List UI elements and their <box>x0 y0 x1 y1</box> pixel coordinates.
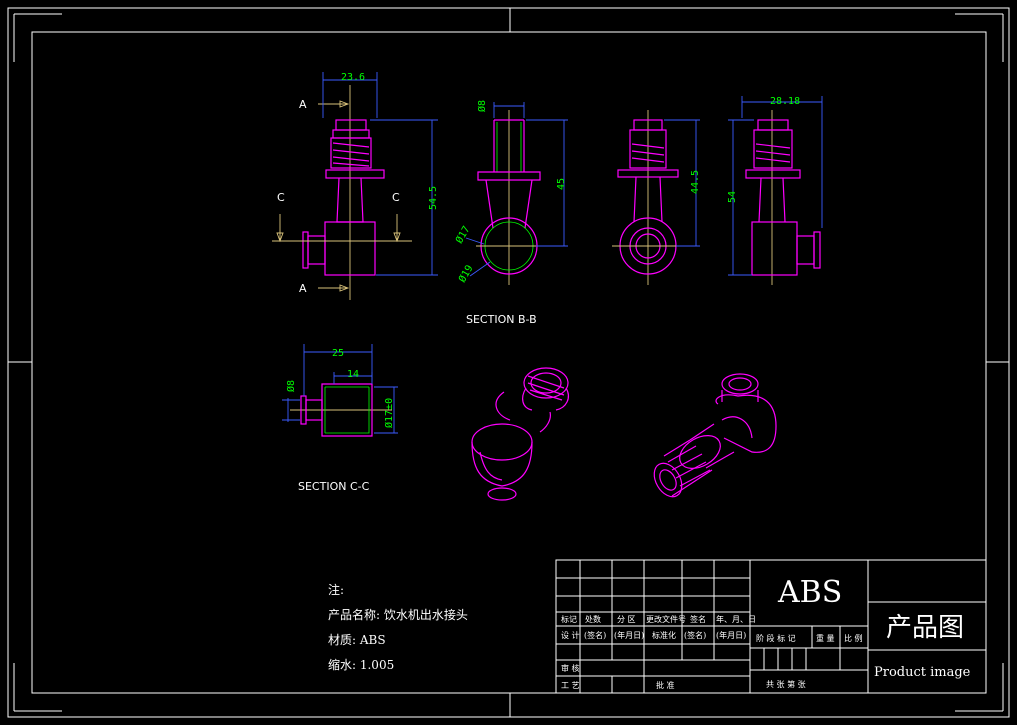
notes-block: 注: 产品名称: 饮水机出水接头 材质: ABS 缩水: 1.005 <box>328 582 468 672</box>
dim-cc-right: Ø17±0 <box>383 398 395 428</box>
section-label-a-bottom: A <box>299 282 307 295</box>
tb-drawing-name: 产品图 <box>886 613 964 643</box>
section-cc-title: SECTION C-C <box>298 480 370 493</box>
tb-material: ABS <box>777 575 842 610</box>
dim-bb-d19: Ø19 <box>456 263 475 285</box>
dim-bb-d17: Ø17 <box>453 224 472 246</box>
tb-label-mark: 标记 <box>561 614 577 624</box>
dim-side-height: 44.5 <box>690 170 701 194</box>
dim-right-height: 54 <box>727 191 738 203</box>
cad-drawing: A A C C 23.6 54.5 Ø8 45 Ø17 Ø19 SECTION … <box>7 7 1010 718</box>
tb-label-design: 设 计 <box>561 630 580 640</box>
section-bb-view: Ø8 45 Ø17 Ø19 SECTION B-B <box>453 100 568 326</box>
notes-heading: 注: <box>328 582 344 597</box>
notes-material: 材质: ABS <box>328 633 386 647</box>
side-view: 44.5 <box>612 110 701 285</box>
tb-label-standard-date: (年月日) <box>716 630 746 640</box>
dim-right-width: 28.18 <box>770 96 800 107</box>
section-bb-title: SECTION B-B <box>466 313 537 326</box>
tb-label-zone: 分 区 <box>617 615 636 624</box>
tb-label-design-date: (年月日) <box>614 630 644 640</box>
front-view: A A C C 23.6 54.5 <box>272 72 439 300</box>
notes-shrink: 缩水: 1.005 <box>328 657 394 672</box>
tb-label-weight: 重 量 <box>816 633 835 643</box>
dim-cc-width: 25 <box>332 348 344 359</box>
tb-label-process: 工 艺 <box>561 681 580 690</box>
dim-cc-inner: 14 <box>347 369 359 380</box>
title-block: 标记 处数 分 区 更改文件号 签名 年、月、日 设 计 (签名) (年月日) … <box>555 559 987 694</box>
right-view: 28.18 54 <box>727 96 823 285</box>
tb-label-standard-sign: (签名) <box>684 630 706 640</box>
tb-label-scale: 比 例 <box>844 633 863 643</box>
dim-front-height: 54.5 <box>428 186 439 210</box>
isometric-view-1 <box>471 367 569 501</box>
tb-label-change-doc: 更改文件号 <box>646 614 686 624</box>
dim-bb-top: Ø8 <box>476 100 488 112</box>
tb-label-stage: 阶 段 标 记 <box>756 633 796 643</box>
section-cc-view: 25 14 Ø8 Ø17±0 SECTION C-C <box>282 344 398 493</box>
isometric-view-2 <box>653 373 777 498</box>
tb-drawing-name-en: Product image <box>874 665 971 680</box>
tb-label-count: 处数 <box>585 614 601 624</box>
section-label-a-top: A <box>299 98 307 111</box>
notes-product-name: 产品名称: 饮水机出水接头 <box>328 607 468 622</box>
outer-border <box>7 7 1010 718</box>
dim-bb-height: 45 <box>556 178 567 190</box>
dim-front-width: 23.6 <box>341 72 365 83</box>
corner-mark <box>955 13 1004 62</box>
tb-label-design-sign: (签名) <box>584 630 606 640</box>
corner-mark <box>13 13 62 62</box>
tb-label-date: 年、月、日 <box>716 614 756 624</box>
dim-cc-left: Ø8 <box>285 380 297 392</box>
tb-label-sign: 签名 <box>690 614 706 624</box>
section-label-c-left: C <box>277 191 285 204</box>
tb-label-sheets: 共 张 第 张 <box>766 679 806 689</box>
tb-label-standard: 标准化 <box>652 630 676 640</box>
tb-label-approve: 批 准 <box>656 680 675 690</box>
section-label-c-right: C <box>392 191 400 204</box>
tb-label-review: 审 核 <box>561 663 580 673</box>
corner-mark <box>13 663 62 712</box>
